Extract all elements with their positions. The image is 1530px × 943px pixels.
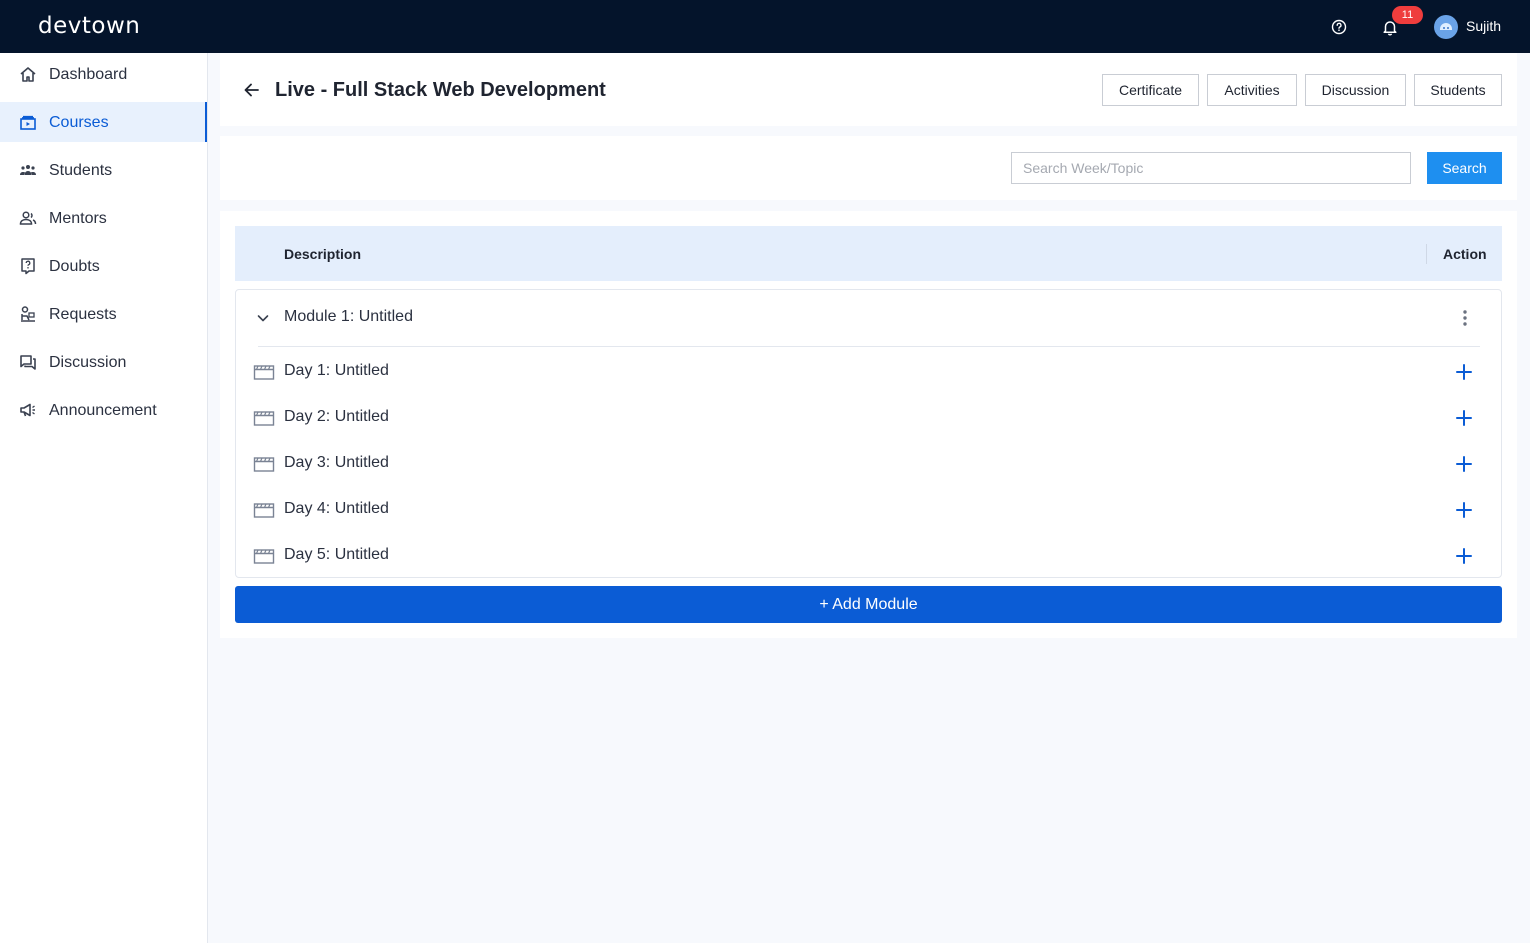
- sidebar-item-doubts[interactable]: Doubts: [0, 246, 207, 286]
- list-item: Day 3: Untitled: [236, 441, 1501, 487]
- doubts-icon: [18, 257, 38, 275]
- sidebar-item-label: Requests: [49, 306, 117, 323]
- search-input[interactable]: [1011, 152, 1411, 184]
- megaphone-icon: [18, 401, 38, 419]
- logo[interactable]: devtown: [38, 13, 140, 39]
- avatar[interactable]: [1434, 15, 1458, 39]
- day-title[interactable]: Day 1: Untitled: [284, 362, 389, 380]
- sidebar-item-discussion[interactable]: Discussion: [0, 342, 207, 382]
- plus-icon[interactable]: [1454, 408, 1474, 428]
- column-divider: [1426, 244, 1427, 264]
- mentors-icon: [18, 209, 38, 227]
- plus-icon[interactable]: [1454, 362, 1474, 382]
- day-title[interactable]: Day 3: Untitled: [284, 454, 389, 472]
- students-button[interactable]: Students: [1414, 74, 1502, 106]
- page-title: Live - Full Stack Web Development: [275, 79, 606, 101]
- sidebar-item-mentors[interactable]: Mentors: [0, 198, 207, 238]
- add-module-button[interactable]: + Add Module: [235, 586, 1502, 623]
- back-arrow-icon[interactable]: [242, 80, 262, 100]
- column-header-action: Action: [1443, 246, 1487, 262]
- more-options-icon[interactable]: [1455, 307, 1475, 329]
- discussion-button[interactable]: Discussion: [1305, 74, 1406, 106]
- search-bar: Search: [220, 136, 1517, 200]
- day-title[interactable]: Day 5: Untitled: [284, 546, 389, 564]
- requests-icon: [18, 305, 38, 323]
- plus-icon[interactable]: [1454, 546, 1474, 566]
- table-header: Description Action: [235, 226, 1502, 281]
- chevron-down-icon[interactable]: [256, 311, 270, 325]
- sidebar-item-requests[interactable]: Requests: [0, 294, 207, 334]
- clapperboard-icon: [253, 455, 275, 473]
- column-header-description: Description: [284, 246, 362, 262]
- search-button[interactable]: Search: [1427, 152, 1502, 184]
- sidebar-item-label: Mentors: [49, 210, 107, 227]
- sidebar-item-label: Dashboard: [49, 66, 128, 83]
- user-name[interactable]: Sujith: [1466, 18, 1501, 34]
- day-title[interactable]: Day 2: Untitled: [284, 408, 389, 426]
- list-item: Day 1: Untitled: [236, 349, 1501, 395]
- sidebar-item-label: Discussion: [49, 354, 127, 371]
- day-title[interactable]: Day 4: Untitled: [284, 500, 389, 518]
- sidebar-item-dashboard[interactable]: Dashboard: [0, 54, 207, 94]
- module-panel: Module 1: Untitled Day 1: Untitled Day 2…: [235, 289, 1502, 578]
- course-header: Live - Full Stack Web Development Certif…: [220, 53, 1517, 126]
- certificate-button[interactable]: Certificate: [1102, 74, 1199, 106]
- plus-icon[interactable]: [1454, 500, 1474, 520]
- discussion-icon: [18, 353, 38, 371]
- clapperboard-icon: [253, 547, 275, 565]
- students-icon: [18, 161, 38, 179]
- clapperboard-icon: [253, 363, 275, 381]
- list-item: Day 2: Untitled: [236, 395, 1501, 441]
- top-bar: devtown 11 Sujith: [0, 0, 1530, 53]
- sidebar-item-announcement[interactable]: Announcement: [0, 390, 207, 430]
- notification-badge: 11: [1392, 6, 1423, 24]
- activities-button[interactable]: Activities: [1207, 74, 1297, 106]
- sidebar-item-courses[interactable]: Courses: [0, 102, 207, 142]
- sidebar-item-label: Courses: [49, 114, 109, 131]
- list-item: Day 5: Untitled: [236, 533, 1501, 579]
- sidebar-item-label: Announcement: [49, 402, 157, 419]
- home-icon: [18, 65, 38, 83]
- clapperboard-icon: [253, 409, 275, 427]
- list-item: Day 4: Untitled: [236, 487, 1501, 533]
- sidebar-item-students[interactable]: Students: [0, 150, 207, 190]
- module-title[interactable]: Module 1: Untitled: [284, 308, 413, 326]
- sidebar-item-label: Doubts: [49, 258, 100, 275]
- help-icon[interactable]: [1328, 16, 1350, 38]
- divider: [258, 346, 1480, 347]
- module-table: Description Action Module 1: Untitled Da…: [220, 211, 1517, 638]
- clapperboard-icon: [253, 501, 275, 519]
- sidebar-item-label: Students: [49, 162, 113, 179]
- courses-icon: [18, 113, 38, 131]
- plus-icon[interactable]: [1454, 454, 1474, 474]
- sidebar: Dashboard Courses Students Mentors Doubt…: [0, 53, 208, 943]
